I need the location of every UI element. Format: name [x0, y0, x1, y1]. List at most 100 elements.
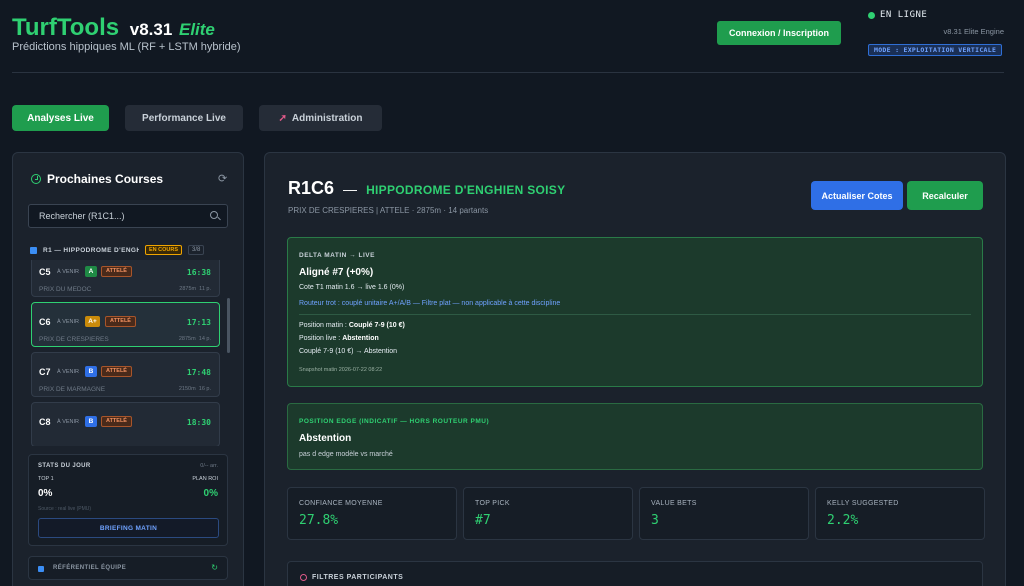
race-name: PRIX DE MARMAGNE: [39, 386, 106, 393]
tab-administration[interactable]: ➚ Administration: [259, 105, 382, 131]
target-icon: [300, 574, 307, 581]
race-state: À VENIR: [57, 269, 80, 275]
app-title: TurfTools v8.31 Elite: [12, 14, 215, 42]
tab-label: Analyses Live: [27, 112, 94, 124]
race-list: C5 À VENIR A ATTELÉ 16:38 PRIX DU MEDOC …: [31, 260, 225, 446]
mode-badge: MODE : EXPLOITATION VERTICALE: [868, 44, 1003, 56]
online-label: EN LIGNE: [880, 10, 928, 20]
edge-eyebrow: POSITION EDGE (INDICATIF — HORS ROUTEUR …: [299, 418, 490, 425]
rocket-icon: ➚: [278, 112, 287, 124]
app-version: v8.31: [129, 20, 173, 39]
delta-title: Aligné #7 (+0%): [299, 267, 374, 278]
position-morning-label: Position matin :: [299, 322, 349, 329]
kpi-value: 27.8%: [299, 513, 339, 528]
position-change: Couplé 7-9 (10 €) → Abstention: [299, 348, 398, 355]
team-referential-label: RÉFÉRENTIEL ÉQUIPE: [53, 565, 127, 571]
top1-label: TOP 1: [38, 476, 54, 482]
rating-badge: B: [85, 416, 97, 427]
race-id: R1C6: [288, 178, 335, 198]
race-name: PRIX DU MEDOC: [39, 286, 92, 293]
race-name: PRIX DE CRESPIERES: [39, 336, 109, 343]
refresh-icon[interactable]: ⟳: [218, 172, 227, 185]
online-indicator-icon: [868, 11, 875, 19]
sidebar-title-label: Prochaines Courses: [47, 172, 164, 186]
search-icon[interactable]: [210, 211, 218, 219]
edge-title: Abstention: [299, 433, 352, 444]
race-time: 17:13: [186, 318, 211, 327]
tab-analyses-live[interactable]: Analyses Live: [12, 105, 109, 131]
race-card-c7[interactable]: C7 À VENIR B ATTELÉ 17:48 PRIX DE MARMAG…: [31, 352, 220, 397]
delta-panel: DELTA MATIN → LIVE Aligné #7 (+0%) Cote …: [287, 237, 983, 387]
stats-title: STATS DU JOUR: [38, 463, 91, 469]
sidebar: Prochaines Courses ⟳ R1 — HIPPODROME D'E…: [12, 152, 244, 586]
planroi-value: 0%: [203, 488, 218, 499]
race-card-c8[interactable]: C8 À VENIR B ATTELÉ 18:30: [31, 402, 220, 446]
race-card-c5[interactable]: C5 À VENIR A ATTELÉ 16:38 PRIX DU MEDOC …: [31, 260, 220, 297]
race-state: À VENIR: [57, 319, 80, 325]
discipline-badge: ATTELÉ: [101, 266, 132, 277]
position-live-value: Abstention: [342, 335, 379, 342]
race-time: 17:48: [186, 368, 211, 377]
race-heading: R1C6 — HIPPODROME D'ENGHIEN SOISY: [288, 178, 565, 199]
search-input[interactable]: [28, 204, 228, 228]
discipline-badge: ATTELÉ: [101, 366, 132, 377]
position-morning: Position matin : Couplé 7-9 (10 €): [299, 322, 405, 329]
filters-title: FILTRES PARTICIPANTS: [300, 574, 403, 581]
rating-badge: A: [85, 266, 97, 277]
tab-label: Performance Live: [142, 112, 226, 124]
collapse-icon[interactable]: [30, 246, 37, 254]
kpi-value: 3: [651, 513, 659, 528]
edge-panel: POSITION EDGE (INDICATIF — HORS ROUTEUR …: [287, 403, 983, 470]
discipline-badge: ATTELÉ: [101, 416, 132, 427]
sidebar-title: Prochaines Courses: [31, 172, 163, 186]
kpi-card-top-pick: TOP PICK #7: [463, 487, 633, 540]
stats-source: Source : real live (PMU): [38, 506, 92, 512]
tab-label: Administration: [291, 112, 363, 124]
kpi-value: #7: [475, 513, 491, 528]
recalculate-button[interactable]: Recalculer: [907, 181, 983, 210]
race-distance: 2150m: [178, 386, 196, 392]
delta-snapshot: Snapshot matin 2026-07-22 08:22: [299, 367, 383, 373]
race-distance: 2875m: [179, 286, 197, 292]
app-edition: Elite: [178, 20, 215, 39]
race-card-c6[interactable]: C6 À VENIR A+ ATTELÉ 17:13 PRIX DE CRESP…: [31, 302, 220, 347]
team-referential[interactable]: RÉFÉRENTIEL ÉQUIPE ↻: [28, 556, 228, 580]
race-time: 16:38: [186, 268, 211, 277]
kpi-card-confidence: CONFIANCE MOYENNE 27.8%: [287, 487, 457, 540]
race-partants: 16 p.: [198, 386, 211, 392]
brand-name: TurfTools: [12, 14, 120, 41]
refresh-icon[interactable]: ↻: [211, 563, 218, 572]
delta-odds: Cote T1 matin 1.6 → live 1.6 (0%): [299, 284, 405, 291]
briefing-button[interactable]: BRIEFING MATIN: [38, 518, 219, 538]
stats-date: 0/-- arr.: [200, 463, 218, 469]
race-meta: 2150m 16 p.: [179, 386, 211, 392]
filters-title-label: FILTRES PARTICIPANTS: [312, 574, 404, 581]
race-meta: 2875m 14 p.: [179, 336, 211, 342]
update-odds-button[interactable]: Actualiser Cotes: [811, 181, 903, 210]
race-list-scrollbar[interactable]: [227, 298, 230, 353]
hippodrome-name: HIPPODROME D'ENGHIEN SOISY: [366, 183, 566, 197]
reunion-progress: 3/8: [188, 245, 205, 255]
kpi-label: VALUE BETS: [651, 500, 697, 507]
race-partants: 14 p.: [198, 336, 211, 342]
edge-note: pas d edge modèle vs marché: [299, 451, 393, 458]
race-state: À VENIR: [57, 419, 80, 425]
login-button[interactable]: Connexion / Inscription: [717, 21, 841, 45]
reunion-label: R1 — HIPPODROME D'ENGHIEN SOISY: [43, 246, 139, 254]
race-heading-separator: —: [343, 181, 358, 197]
main-panel: R1C6 — HIPPODROME D'ENGHIEN SOISY PRIX D…: [264, 152, 1006, 586]
race-meta: 2875m 11 p.: [179, 286, 211, 292]
app-subtitle: Prédictions hippiques ML (RF + LSTM hybr…: [12, 41, 241, 53]
tab-performance-live[interactable]: Performance Live: [125, 105, 243, 131]
race-code: C8: [39, 417, 51, 427]
delta-divider: [299, 314, 971, 315]
filters-panel[interactable]: FILTRES PARTICIPANTS: [287, 561, 983, 586]
clock-icon: [31, 174, 41, 184]
reunion-header[interactable]: R1 — HIPPODROME D'ENGHIEN SOISY EN COURS…: [30, 245, 205, 255]
race-time: 18:30: [186, 418, 211, 427]
position-morning-value: Couplé 7-9 (10 €): [348, 322, 405, 329]
rating-badge: B: [85, 366, 97, 377]
kpi-label: TOP PICK: [475, 500, 510, 507]
kpi-card-kelly: KELLY SUGGESTED 2.2%: [815, 487, 985, 540]
stats-panel: STATS DU JOUR 0/-- arr. TOP 1 PLAN ROI 0…: [28, 454, 228, 546]
